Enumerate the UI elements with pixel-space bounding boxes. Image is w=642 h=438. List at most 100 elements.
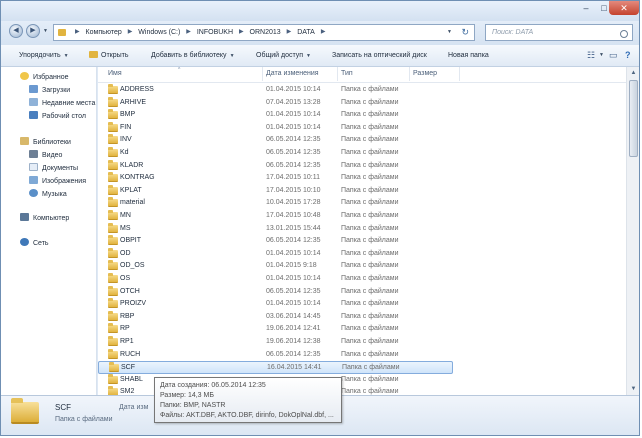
- file-name: KLADR: [120, 161, 144, 169]
- breadcrumb-chevron-icon[interactable]: ▶: [321, 25, 326, 40]
- table-row-selected[interactable]: SCF 16.04.2015 14:41 Папка с файлами: [98, 361, 453, 374]
- file-type: Папка с файлами: [341, 199, 399, 207]
- table-row[interactable]: Kd 06.05.2014 12:35 Папка с файлами: [98, 147, 453, 160]
- file-type: Папка с файлами: [341, 287, 399, 295]
- table-row[interactable]: KONTRAG 17.04.2015 10:11 Папка с файлами: [98, 172, 453, 185]
- breadcrumb-chevron-icon[interactable]: ▶: [186, 25, 191, 40]
- nav-desktop[interactable]: Рабочий стол: [29, 111, 86, 122]
- table-row[interactable]: material 10.04.2015 17:28 Папка с файлами: [98, 197, 453, 210]
- vertical-scrollbar[interactable]: ▲ ▼: [626, 67, 639, 395]
- table-row[interactable]: RBP 03.06.2014 14:45 Папка с файлами: [98, 310, 453, 324]
- table-row[interactable]: OD 01.04.2015 10:14 Папка с файлами: [98, 247, 453, 261]
- share-button[interactable]: Общий доступ ▼: [256, 45, 311, 67]
- open-button[interactable]: Открыть: [89, 45, 129, 66]
- breadcrumb-infobukh[interactable]: INFOBUKH: [197, 25, 233, 40]
- table-row[interactable]: KLADR 06.05.2014 12:35 Папка с файлами: [98, 159, 453, 173]
- folder-icon: [108, 184, 118, 195]
- new-folder-button[interactable]: Новая папка: [448, 45, 489, 66]
- file-type: Папка с файлами: [341, 224, 399, 232]
- table-row[interactable]: KPLAT 17.04.2015 10:10 Папка с файлами: [98, 184, 453, 198]
- search-icon[interactable]: [620, 30, 628, 38]
- address-bar[interactable]: ▶ Компьютер ▶ Windows (C:) ▶ INFOBUKH ▶ …: [53, 24, 475, 41]
- breadcrumb-data[interactable]: DATA: [297, 25, 315, 40]
- breadcrumb-chevron-icon[interactable]: ▶: [287, 25, 292, 40]
- nav-favorites[interactable]: Избранное: [20, 72, 68, 83]
- table-row[interactable]: MS 13.01.2015 15:44 Папка с файлами: [98, 222, 453, 236]
- nav-music[interactable]: Музыка: [29, 189, 67, 200]
- organize-button[interactable]: Упорядочить ▼: [19, 45, 69, 67]
- file-date: 06.05.2014 12:35: [266, 237, 321, 245]
- scroll-up-icon[interactable]: ▲: [627, 67, 639, 79]
- back-button[interactable]: ◀: [9, 24, 23, 38]
- nav-downloads[interactable]: Загрузки: [29, 85, 70, 96]
- breadcrumb-drive[interactable]: Windows (C:): [138, 25, 180, 40]
- breadcrumb-chevron-icon[interactable]: ▶: [75, 25, 80, 40]
- column-size[interactable]: Размер: [410, 67, 460, 81]
- table-row[interactable]: BMP 01.04.2015 10:14 Папка с файлами: [98, 109, 453, 122]
- breadcrumb-chevron-icon[interactable]: ▶: [128, 25, 133, 40]
- table-row[interactable]: PROIZV 01.04.2015 10:14 Папка с файлами: [98, 298, 453, 311]
- forward-button[interactable]: ▶: [26, 24, 40, 38]
- nav-video-label: Видео: [42, 152, 63, 159]
- file-type: Папка с файлами: [341, 375, 399, 383]
- nav-documents[interactable]: Документы: [29, 163, 78, 174]
- folder-icon: [108, 147, 118, 157]
- folder-icon: [108, 172, 118, 183]
- file-name: OD_OS: [120, 262, 145, 270]
- view-dropdown-icon[interactable]: ▼: [599, 45, 604, 66]
- add-to-library-button[interactable]: Добавить в библиотеку ▼: [151, 45, 235, 67]
- table-row[interactable]: OTCH 06.05.2014 12:35 Папка с файлами: [98, 285, 453, 299]
- scroll-thumb[interactable]: [629, 80, 638, 157]
- table-row[interactable]: FIN 01.04.2015 10:14 Папка с файлами: [98, 121, 453, 135]
- file-type: Папка с файлами: [341, 123, 399, 131]
- table-row[interactable]: MN 17.04.2015 10:48 Папка с файлами: [98, 210, 453, 223]
- file-type: Папка с файлами: [341, 338, 399, 345]
- column-name[interactable]: Имя ^: [98, 67, 263, 81]
- address-dropdown-icon[interactable]: ▼: [447, 25, 452, 40]
- table-row[interactable]: ADDRESS 01.04.2015 10:14 Папка с файлами: [98, 84, 453, 97]
- refresh-icon[interactable]: ↻: [461, 25, 469, 40]
- column-date[interactable]: Дата изменения: [263, 67, 338, 81]
- file-date: 19.06.2014 12:41: [266, 325, 321, 333]
- folder-icon: [108, 134, 118, 145]
- help-icon[interactable]: ?: [625, 45, 631, 66]
- file-date: 01.04.2015 10:14: [266, 111, 321, 119]
- table-row[interactable]: RP1 19.06.2014 12:38 Папка с файлами: [98, 336, 453, 349]
- table-row[interactable]: INV 06.05.2014 12:35 Папка с файлами: [98, 134, 453, 147]
- search-input[interactable]: Поиск: DATA: [485, 24, 633, 41]
- table-row[interactable]: OS 01.04.2015 10:14 Папка с файлами: [98, 273, 453, 286]
- file-name: OBPIT: [120, 237, 142, 245]
- file-type: Папка с файлами: [341, 350, 399, 358]
- nav-video[interactable]: Видео: [29, 150, 62, 161]
- breadcrumb-chevron-icon[interactable]: ▶: [239, 25, 244, 40]
- documents-icon: [29, 163, 38, 171]
- preview-pane-icon[interactable]: ▭: [609, 45, 618, 66]
- nav-recent-places[interactable]: Недавние места: [29, 98, 95, 109]
- open-label: Открыть: [101, 52, 129, 59]
- view-options-icon[interactable]: ☷: [587, 45, 595, 66]
- folder-tooltip: Дата создания: 06.05.2014 12:35 Размер: …: [154, 377, 342, 423]
- folder-icon: [108, 84, 118, 94]
- table-row[interactable]: OD_OS 01.04.2015 9:18 Папка с файлами: [98, 260, 453, 273]
- star-icon: [20, 72, 29, 80]
- table-row[interactable]: RP 19.06.2014 12:41 Папка с файлами: [98, 323, 453, 336]
- table-row[interactable]: ARHIVE 07.04.2015 13:28 Папка с файлами: [98, 96, 453, 110]
- nav-pictures[interactable]: Изображения: [29, 176, 86, 187]
- scroll-down-icon[interactable]: ▼: [627, 383, 639, 395]
- explorer-window: ‒ □ ✕ ◀ ▶ ▼ ▶ Компьютер ▶ Windows (C:) ▶…: [0, 0, 640, 436]
- nav-libraries[interactable]: Библиотеки: [20, 137, 71, 148]
- breadcrumb-computer[interactable]: Компьютер: [86, 25, 122, 40]
- nav-music-label: Музыка: [42, 191, 67, 198]
- nav-recent-places-label: Недавние места: [42, 100, 96, 107]
- minimize-button[interactable]: ‒: [577, 1, 595, 15]
- close-button[interactable]: ✕: [609, 1, 639, 15]
- burn-button[interactable]: Записать на оптический диск: [332, 45, 427, 66]
- nav-network[interactable]: Сеть: [20, 238, 49, 249]
- recent-pages-icon[interactable]: ▼: [43, 28, 48, 34]
- column-type[interactable]: Тип: [338, 67, 410, 81]
- nav-favorites-label: Избранное: [33, 74, 69, 81]
- table-row[interactable]: OBPIT 06.05.2014 12:35 Папка с файлами: [98, 235, 453, 248]
- table-row[interactable]: RUCH 06.05.2014 12:35 Папка с файлами: [98, 348, 453, 362]
- breadcrumb-orn2013[interactable]: ORN2013: [250, 25, 281, 40]
- nav-computer[interactable]: Компьютер: [20, 213, 69, 224]
